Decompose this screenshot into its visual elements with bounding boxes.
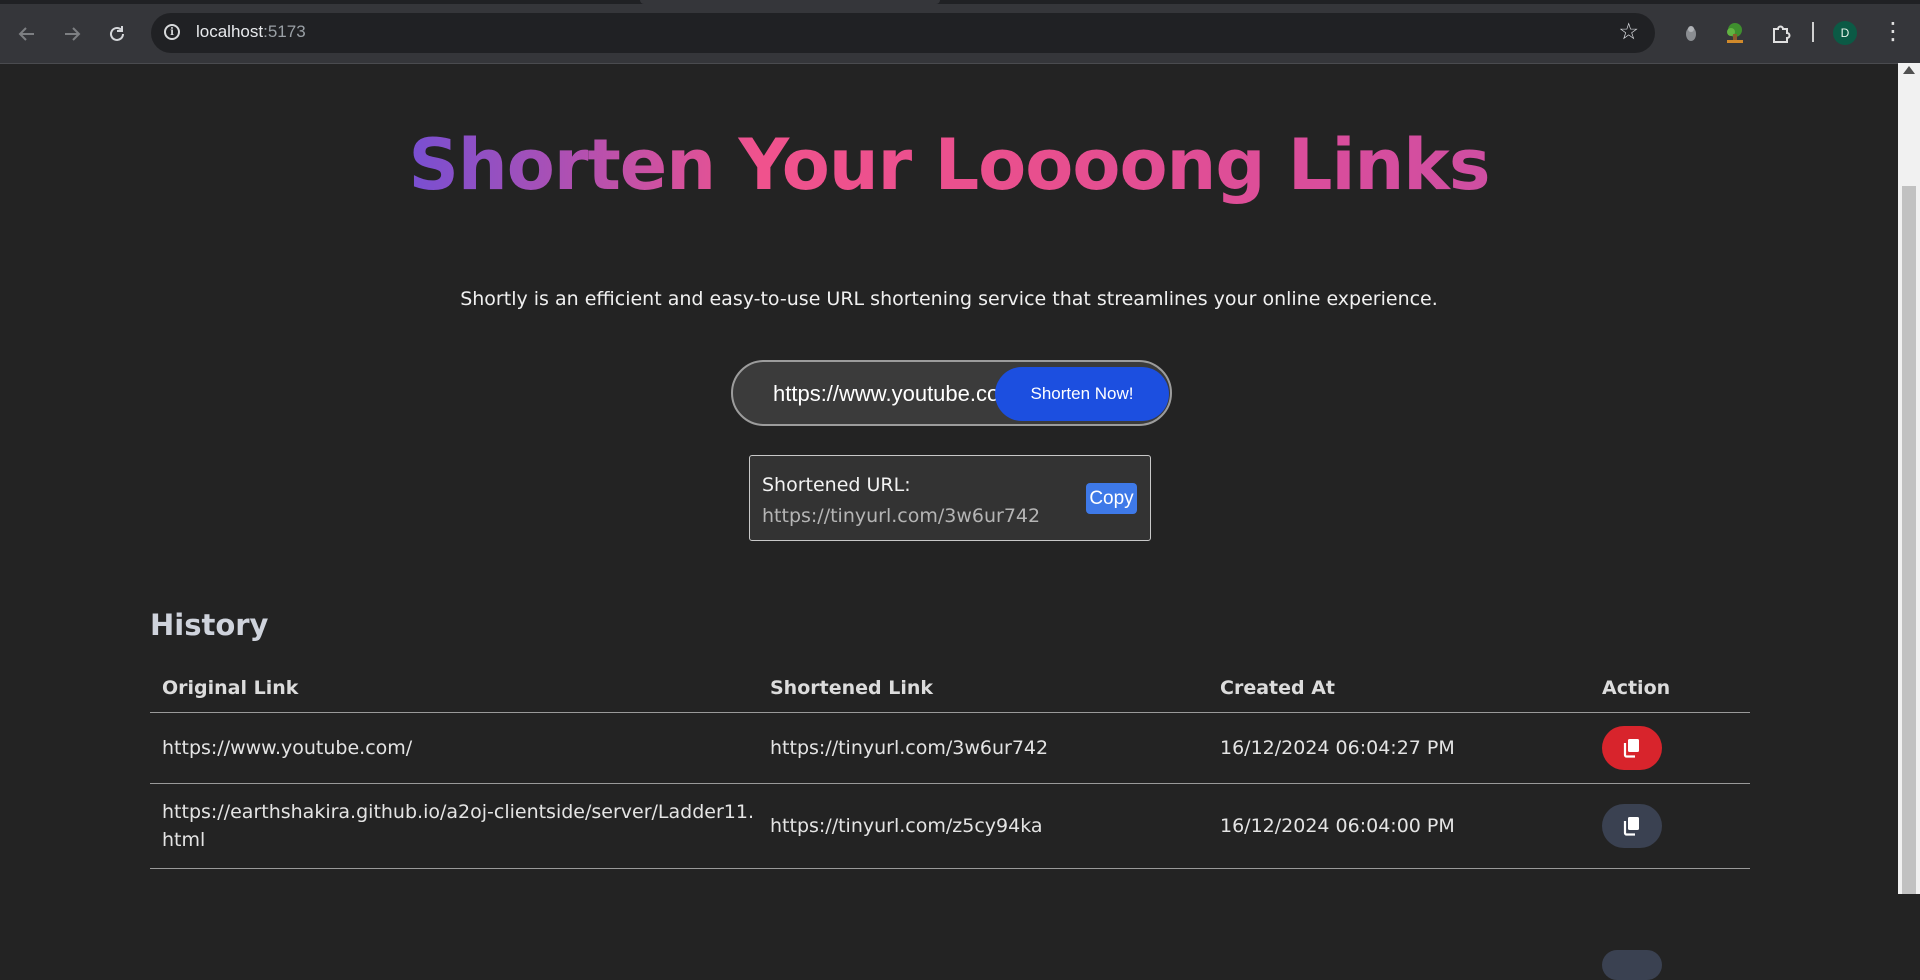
url-input[interactable] (771, 376, 1011, 412)
hero-title: Shorten Your Loooong Links (0, 124, 1898, 206)
page-content: Shorten Your Loooong Links Shortly is an… (0, 64, 1898, 980)
active-tab[interactable] (640, 0, 940, 4)
shortened-link-cell: https://tinyurl.com/z5cy94ka (758, 783, 1208, 869)
created-at-cell: 16/12/2024 06:04:27 PM (1208, 712, 1590, 784)
shortened-url-result: Shortened URL: https://tinyurl.com/3w6ur… (749, 455, 1151, 541)
extension-tree-icon[interactable] (1721, 19, 1749, 47)
back-button[interactable] (10, 17, 44, 51)
toolbar-divider (1812, 22, 1814, 42)
puzzle-icon[interactable] (1767, 19, 1795, 47)
forward-button[interactable] (55, 17, 89, 51)
copy-history-button[interactable] (1602, 726, 1662, 770)
browser-toolbar: i localhost:5173 ☆ D ⋮ (0, 0, 1920, 64)
shortened-url-label: Shortened URL: (762, 474, 911, 496)
reload-button[interactable] (100, 17, 134, 51)
profile-avatar[interactable]: D (1833, 21, 1857, 45)
address-url[interactable]: localhost:5173 (196, 22, 306, 42)
shortened-url-value: https://tinyurl.com/3w6ur742 (762, 505, 1041, 527)
arrow-right-icon (65, 27, 81, 41)
url-host: localhost (196, 22, 264, 41)
shortened-link-cell: https://tinyurl.com/3w6ur742 (758, 712, 1208, 784)
copy-button[interactable]: Copy (1086, 483, 1137, 514)
shorten-form: Shorten Now! (731, 360, 1172, 426)
original-link-cell: https://www.youtube.com/ (150, 712, 758, 784)
action-cell (1590, 783, 1750, 869)
reload-icon (110, 26, 124, 41)
scrollbar-thumb[interactable] (1902, 186, 1916, 894)
copy-icon (1623, 817, 1639, 836)
table-row: https://www.youtube.com/ https://tinyurl… (150, 712, 1750, 784)
copy-history-button-partial[interactable] (1602, 950, 1662, 980)
kebab-menu-icon[interactable]: ⋮ (1881, 16, 1905, 46)
original-link-cell: https://earthshakira.github.io/a2oj-clie… (150, 783, 758, 869)
arrow-left-icon (18, 27, 34, 41)
table-row: https://earthshakira.github.io/a2oj-clie… (150, 783, 1750, 869)
created-at-cell: 16/12/2024 06:04:00 PM (1208, 783, 1590, 869)
address-bar[interactable]: i localhost:5173 ☆ (151, 13, 1655, 53)
shorten-now-button[interactable]: Shorten Now! (995, 367, 1169, 421)
column-header-shortened: Shortened Link (758, 664, 1208, 713)
table-header-row: Original Link Shortened Link Created At … (150, 664, 1750, 713)
copy-icon (1623, 739, 1639, 758)
hero-subtitle: Shortly is an efficient and easy-to-use … (460, 288, 1438, 310)
column-header-created: Created At (1208, 664, 1590, 713)
column-header-action: Action (1590, 664, 1750, 713)
history-table: Original Link Shortened Link Created At … (150, 664, 1750, 869)
column-header-original: Original Link (150, 664, 758, 713)
tab-strip (0, 0, 1920, 4)
info-icon[interactable]: i (164, 24, 180, 40)
url-port: :5173 (263, 22, 306, 41)
action-cell (1590, 712, 1750, 784)
copy-history-button[interactable] (1602, 804, 1662, 848)
history-heading: History (150, 608, 269, 642)
extension-dot-icon[interactable] (1677, 19, 1705, 47)
scroll-up-arrow-icon[interactable] (1903, 66, 1915, 74)
star-icon[interactable]: ☆ (1618, 19, 1639, 45)
